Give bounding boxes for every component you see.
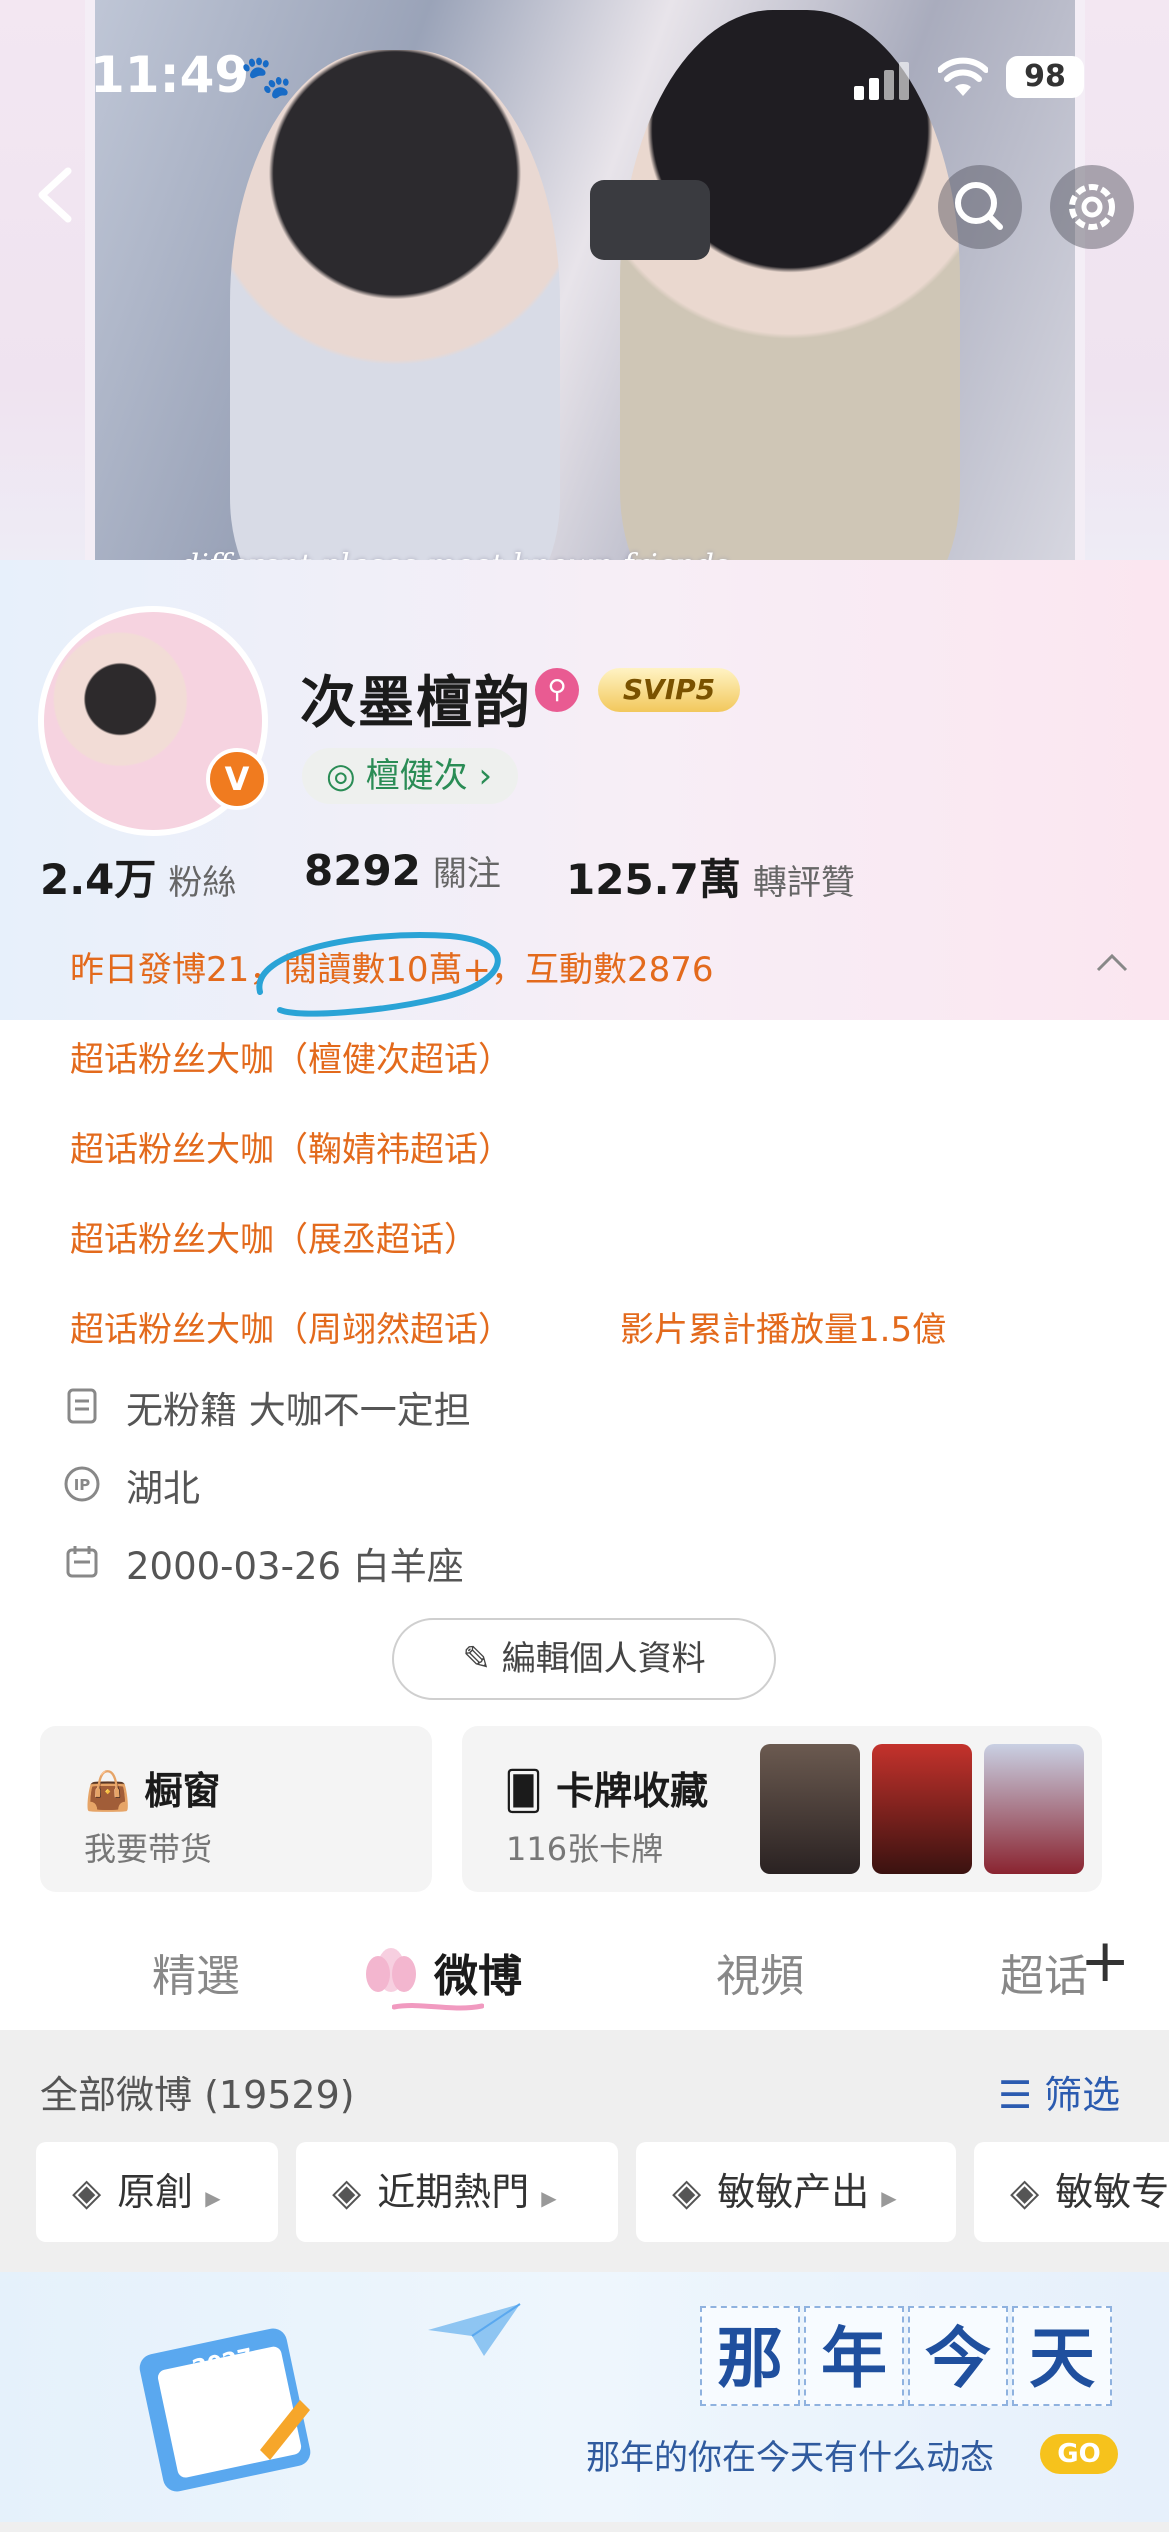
chip-label: 敏敏产出 [717,2170,870,2214]
memory-title-char: 年 [804,2306,904,2406]
memory-title-char: 今 [908,2306,1008,2406]
stat-followers[interactable]: 2.4万 粉絲 [40,846,236,907]
layers-icon: ◈ [332,2170,362,2214]
chip-label: 近期熱門 [377,2170,530,2214]
card-icon: 🂠 [504,1769,557,1813]
document-icon [67,1388,97,1424]
edit-profile-label: 編輯個人資料 [501,1639,706,1679]
signal-icon [854,62,909,100]
battery-indicator: 98 [1006,56,1084,98]
tab-video[interactable]: 視頻 [716,1940,804,2004]
hand-drawn-circle-annotation [256,932,501,1017]
triangle-right-icon: ▶ [541,2186,557,2210]
cover-camera [590,180,710,260]
edit-profile-button[interactable]: ✎ 編輯個人資料 [392,1618,776,1700]
search-button[interactable] [938,165,1022,249]
card-collection-subtitle: 116张卡牌 [506,1830,664,1868]
filter-button[interactable]: ☰ 筛选 [998,2064,1120,2119]
tab-super-topic[interactable]: 超话 [1000,1940,1090,2004]
back-icon[interactable] [30,165,80,225]
memory-title-char: 天 [1012,2306,1112,2406]
filter-chip-output[interactable]: ◈ 敏敏产出 ▶ [636,2142,956,2242]
paw-icon: 🐾 [240,52,293,101]
stat-value: 125.7萬 [566,855,741,904]
pencil-icon: ✎ [462,1639,502,1679]
shop-window-card[interactable]: 👜 橱窗 我要带货 [40,1726,432,1892]
shopping-bag-icon: 👜 [84,1769,145,1813]
stat-label: 粉絲 [168,863,237,903]
collection-card-thumbnail[interactable] [760,1744,860,1874]
layers-icon: ◈ [1010,2170,1040,2214]
status-time: 11:49 [90,46,250,104]
stat-value: 8292 [304,846,421,895]
achievement-super-topic[interactable]: 超话粉丝大咖（檀健次超话） [70,1032,512,1081]
linked-account-name: 檀健次 [365,756,468,796]
cover-person-right [620,10,960,610]
bio-text: 无粉籍 大咖不一定担 [126,1389,471,1432]
super-topic-badge-icon[interactable]: ⚲ [535,668,579,712]
stat-label: 關注 [432,854,501,894]
stat-value: 2.4万 [40,855,157,904]
collection-card-thumbnail[interactable] [984,1744,1084,1874]
layers-icon: ◈ [672,2170,702,2214]
stat-interactions[interactable]: 125.7萬 轉評贊 [566,846,855,907]
achievement-super-topic[interactable]: 超话粉丝大咖（周翊然超话） [70,1302,512,1351]
go-button[interactable]: GO [1040,2434,1118,2474]
calendar-icon [66,1546,98,1578]
active-tab-indicator [392,2003,484,2011]
achievement-video-plays[interactable]: 影片累計播放量1.5億 [620,1302,946,1351]
tab-featured[interactable]: 精選 [152,1940,240,2004]
all-weibo-count: 全部微博 (19529) [40,2073,355,2117]
settings-button[interactable] [1050,165,1134,249]
birthday: 2000-03-26 白羊座 [126,1545,464,1588]
triangle-right-icon: ▶ [205,2186,221,2210]
filter-chip-original[interactable]: ◈ 原創 ▶ [36,2142,278,2242]
filter-icon: ☰ [998,2073,1045,2117]
triangle-right-icon: ▶ [881,2186,897,2210]
chevron-up-icon[interactable] [1092,948,1132,978]
username: 次墨檀韵 [300,671,532,736]
spiral-icon: ◎ [326,756,356,796]
paper-plane-icon [428,2303,521,2356]
ip-location: 湖北 [126,1467,200,1510]
plus-icon[interactable]: + [1080,1926,1130,1996]
chip-label: 敏敏专 [1055,2170,1169,2214]
achievement-super-topic[interactable]: 超话粉丝大咖（鞠婧祎超话） [70,1122,512,1171]
svg-text:IP: IP [74,1476,91,1494]
filter-label: 筛选 [1044,2073,1121,2117]
linked-account-chip[interactable]: ◎ 檀健次 › [302,748,519,804]
memory-title-char: 那 [700,2306,800,2406]
collection-card-thumbnail[interactable] [872,1744,972,1874]
wifi-icon [938,57,988,96]
verified-badge: V [206,748,268,810]
shop-window-subtitle: 我要带货 [84,1830,213,1868]
ip-icon: IP [64,1466,100,1502]
search-icon [955,182,1003,230]
memory-subtitle: 那年的你在今天有什么动态 [586,2438,994,2478]
tab-weibo[interactable]: 微博 [434,1940,522,2004]
filter-chip-more[interactable]: ◈ 敏敏专 [974,2142,1169,2242]
chevron-right-icon: › [467,756,493,796]
layers-icon: ◈ [72,2170,102,2214]
gear-icon [1069,184,1115,230]
card-collection-title: 卡牌收藏 [556,1769,709,1813]
shop-window-title: 橱窗 [144,1769,221,1813]
stat-following[interactable]: 8292 關注 [304,846,501,895]
achievement-super-topic[interactable]: 超话粉丝大咖（展丞超话） [70,1212,478,1261]
chip-label: 原創 [117,2170,194,2214]
stat-label: 轉評贊 [752,863,855,903]
filter-chip-recent-hot[interactable]: ◈ 近期熱門 ▶ [296,2142,618,2242]
calendar-illustration: 2027 [139,2328,311,2492]
flower-icon [366,1948,416,1992]
cover-person-left [230,50,560,610]
svip-badge[interactable]: SVIP5 [598,668,740,712]
